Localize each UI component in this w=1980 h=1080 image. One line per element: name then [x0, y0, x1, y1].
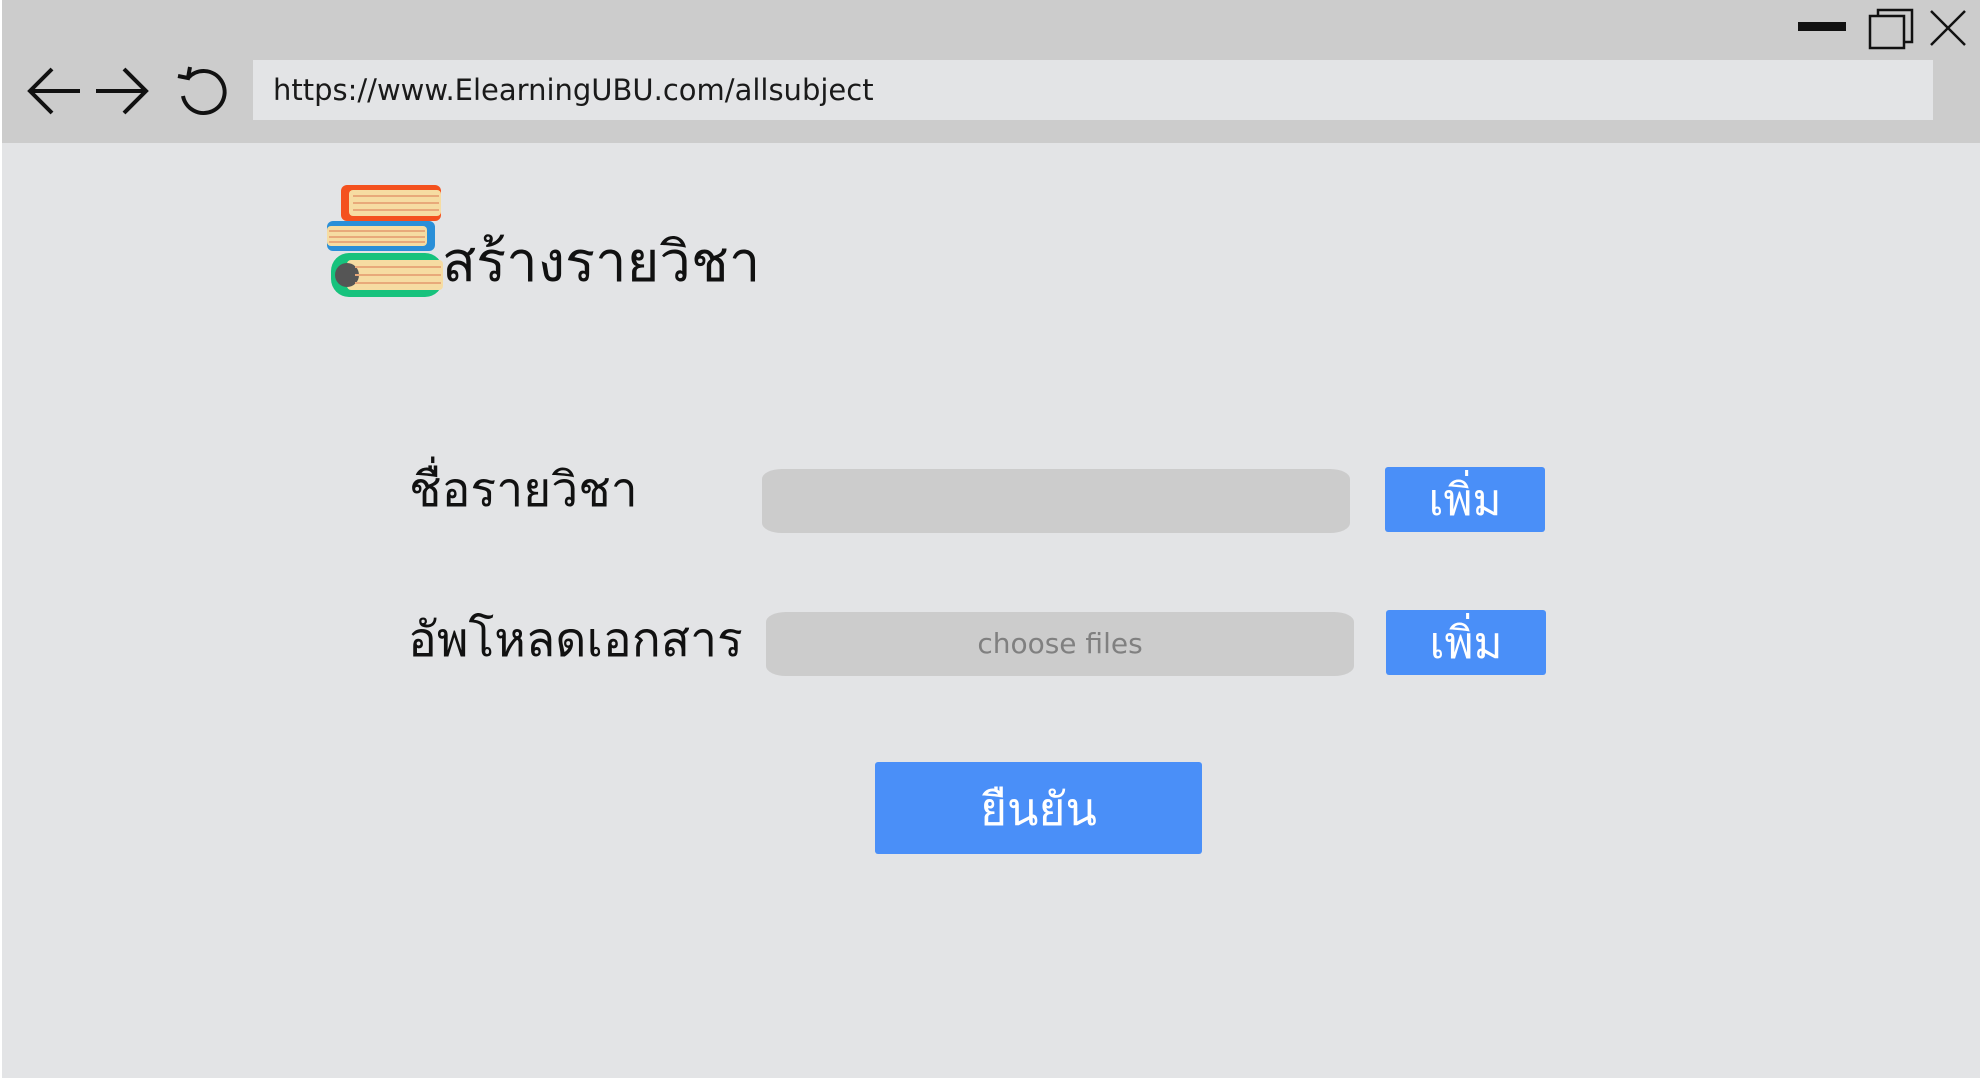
add-subject-button[interactable]: เพิ่ม [1385, 467, 1545, 532]
forward-arrow-icon[interactable] [94, 62, 152, 120]
browser-chrome: https://www.ElearningUBU.com/allsubject [2, 0, 1980, 143]
upload-document-label: อัพโหลดเอกสาร [408, 612, 743, 668]
maximize-icon[interactable] [1868, 8, 1916, 50]
browser-window: https://www.ElearningUBU.com/allsubject … [2, 0, 1980, 1078]
file-upload-placeholder: choose files [977, 627, 1143, 660]
reload-icon[interactable] [174, 62, 232, 120]
subject-name-input[interactable] [762, 469, 1350, 533]
file-upload-input[interactable]: choose files [766, 612, 1354, 676]
confirm-button[interactable]: ยืนยัน [875, 762, 1202, 854]
subject-name-label: ชื่อรายวิชา [409, 462, 638, 518]
page-title: สร้างรายวิชา [442, 230, 761, 295]
url-text: https://www.ElearningUBU.com/allsubject [273, 73, 874, 107]
minimize-icon[interactable] [1798, 22, 1846, 31]
back-arrow-icon[interactable] [26, 62, 84, 120]
add-file-button[interactable]: เพิ่ม [1386, 610, 1546, 675]
page-content: สร้างรายวิชา ชื่อรายวิชา เพิ่ม อัพโหลดเอ… [2, 143, 1980, 1078]
books-stack-icon [327, 185, 443, 297]
address-bar[interactable]: https://www.ElearningUBU.com/allsubject [253, 60, 1933, 120]
close-icon[interactable] [1928, 8, 1968, 48]
